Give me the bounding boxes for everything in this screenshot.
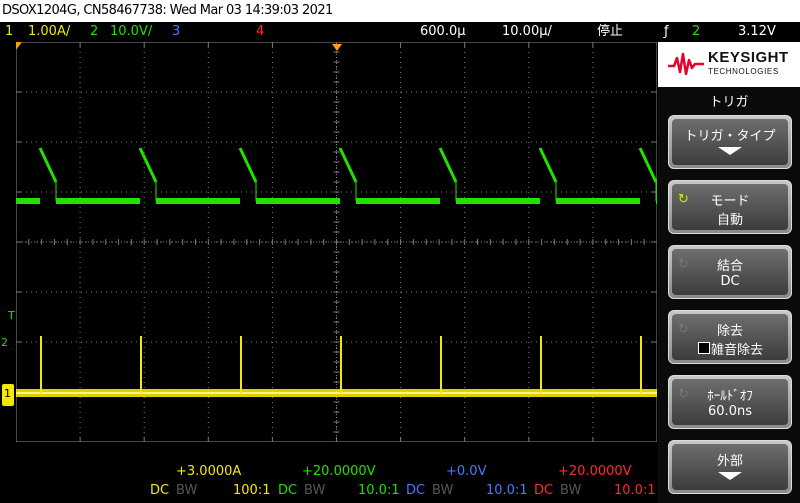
external-label: 外部 bbox=[716, 454, 743, 469]
holdoff-value: 60.0ns bbox=[708, 404, 752, 419]
ch4-coupling: DC bbox=[534, 483, 554, 498]
trigger-slope-icon: ƒ bbox=[664, 24, 669, 39]
down-arrow-icon bbox=[718, 472, 742, 480]
status-bar: 1 1.00A/ 2 10.0V/ 3 4 600.0µ 10.00µ/ 停止 … bbox=[0, 22, 800, 62]
external-softkey[interactable]: 外部 bbox=[668, 440, 792, 494]
trigger-source[interactable]: 2 bbox=[692, 22, 700, 42]
softkey-face: ↻ ﾎｰﾙﾄﾞｵﾌ 60.0ns bbox=[672, 379, 788, 425]
softkey-face: ↻ モード 自動 bbox=[672, 184, 788, 230]
holdoff-label: ﾎｰﾙﾄﾞｵﾌ bbox=[707, 389, 753, 404]
ch2-baseline bbox=[156, 198, 240, 204]
reject-label: 除去 bbox=[716, 324, 743, 339]
ch2-scale[interactable]: 10.0V/ bbox=[110, 22, 152, 42]
ch2-baseline bbox=[356, 198, 440, 204]
softkey-face: トリガ・タイプ bbox=[672, 119, 788, 165]
coupling-value: DC bbox=[720, 274, 740, 289]
mode-value: 自動 bbox=[716, 213, 743, 228]
ch3-number[interactable]: 3 bbox=[172, 22, 180, 42]
softkey-face: ↻ 結合 DC bbox=[672, 249, 788, 295]
time-scale[interactable]: 10.00µ/ bbox=[502, 22, 552, 42]
ch2-ground-marker[interactable]: 2 bbox=[1, 336, 8, 349]
logo-subtitle: TECHNOLOGIES bbox=[708, 67, 779, 76]
holdoff-softkey[interactable]: ↻ ﾎｰﾙﾄﾞｵﾌ 60.0ns bbox=[668, 375, 792, 429]
down-arrow-icon bbox=[718, 147, 742, 155]
ch1-number[interactable]: 1 bbox=[5, 22, 13, 42]
ch1-bw: BW bbox=[176, 483, 198, 498]
ch2-baseline bbox=[56, 198, 140, 204]
ch3-coupling: DC bbox=[406, 483, 426, 498]
trigger-level-marker[interactable]: T bbox=[8, 309, 15, 322]
trigger-type-label: トリガ・タイプ bbox=[684, 129, 776, 144]
trigger-type-softkey[interactable]: トリガ・タイプ bbox=[668, 115, 792, 169]
mode-label: モード bbox=[710, 194, 750, 209]
ch2-coupling: DC bbox=[278, 483, 298, 498]
coupling-softkey[interactable]: ↻ 結合 DC bbox=[668, 245, 792, 299]
ch4-bw: BW bbox=[560, 483, 582, 498]
ch1-scale[interactable]: 1.00A/ bbox=[28, 22, 70, 42]
softkey-face: ↻ 除去 雑音除去 bbox=[672, 314, 788, 360]
menu-title: トリガ bbox=[709, 95, 749, 110]
ch2-baseline bbox=[556, 198, 640, 204]
channel-info-bar: +3.0000A +20.0000V +0.0V +20.0000V DC BW… bbox=[0, 462, 657, 503]
noise-reject-label: 雑音除去 bbox=[710, 343, 763, 358]
ch1-marker-label: 1 bbox=[4, 387, 11, 400]
ch4-probe: 10.0:1 bbox=[614, 483, 656, 498]
ch2-baseline bbox=[16, 198, 40, 204]
ch1-probe: 100:1 bbox=[233, 483, 271, 498]
logo-name: KEYSIGHT bbox=[708, 49, 789, 66]
ch2-offset[interactable]: +20.0000V bbox=[302, 464, 376, 479]
ch1-coupling: DC bbox=[150, 483, 170, 498]
window-title: DSOX1204G, CN58467738: Wed Mar 03 14:39:… bbox=[0, 0, 800, 22]
ch2-bw: BW bbox=[304, 483, 326, 498]
run-state[interactable]: 停止 bbox=[597, 22, 623, 42]
reject-softkey[interactable]: ↻ 除去 雑音除去 bbox=[668, 310, 792, 364]
ch4-offset[interactable]: +20.0000V bbox=[558, 464, 632, 479]
ch1-ground-marker[interactable]: 1 bbox=[2, 384, 14, 406]
softkey-panel: KEYSIGHT TECHNOLOGIES トリガ トリガ・タイプ ↻ モード … bbox=[658, 42, 800, 503]
keysight-logo: KEYSIGHT TECHNOLOGIES bbox=[658, 42, 800, 87]
softkey-face: 外部 bbox=[672, 444, 788, 490]
ch2-probe: 10.0:1 bbox=[358, 483, 400, 498]
ch1-core bbox=[16, 392, 657, 394]
ch2-baseline bbox=[456, 198, 540, 204]
waveform-display[interactable] bbox=[16, 42, 657, 442]
trigger-level[interactable]: 3.12V bbox=[738, 22, 776, 42]
ch3-probe: 10.0:1 bbox=[486, 483, 528, 498]
time-delay[interactable]: 600.0µ bbox=[420, 22, 466, 42]
ch3-bw: BW bbox=[432, 483, 454, 498]
mode-softkey[interactable]: ↻ モード 自動 bbox=[668, 180, 792, 234]
coupling-label: 結合 bbox=[716, 259, 743, 274]
keysight-wave-icon bbox=[668, 52, 704, 76]
ch4-number[interactable]: 4 bbox=[256, 22, 264, 42]
ch2-number[interactable]: 2 bbox=[90, 22, 98, 42]
ch3-offset[interactable]: +0.0V bbox=[446, 464, 486, 479]
ch1-offset[interactable]: +3.0000A bbox=[176, 464, 241, 479]
ch2-baseline bbox=[256, 198, 340, 204]
